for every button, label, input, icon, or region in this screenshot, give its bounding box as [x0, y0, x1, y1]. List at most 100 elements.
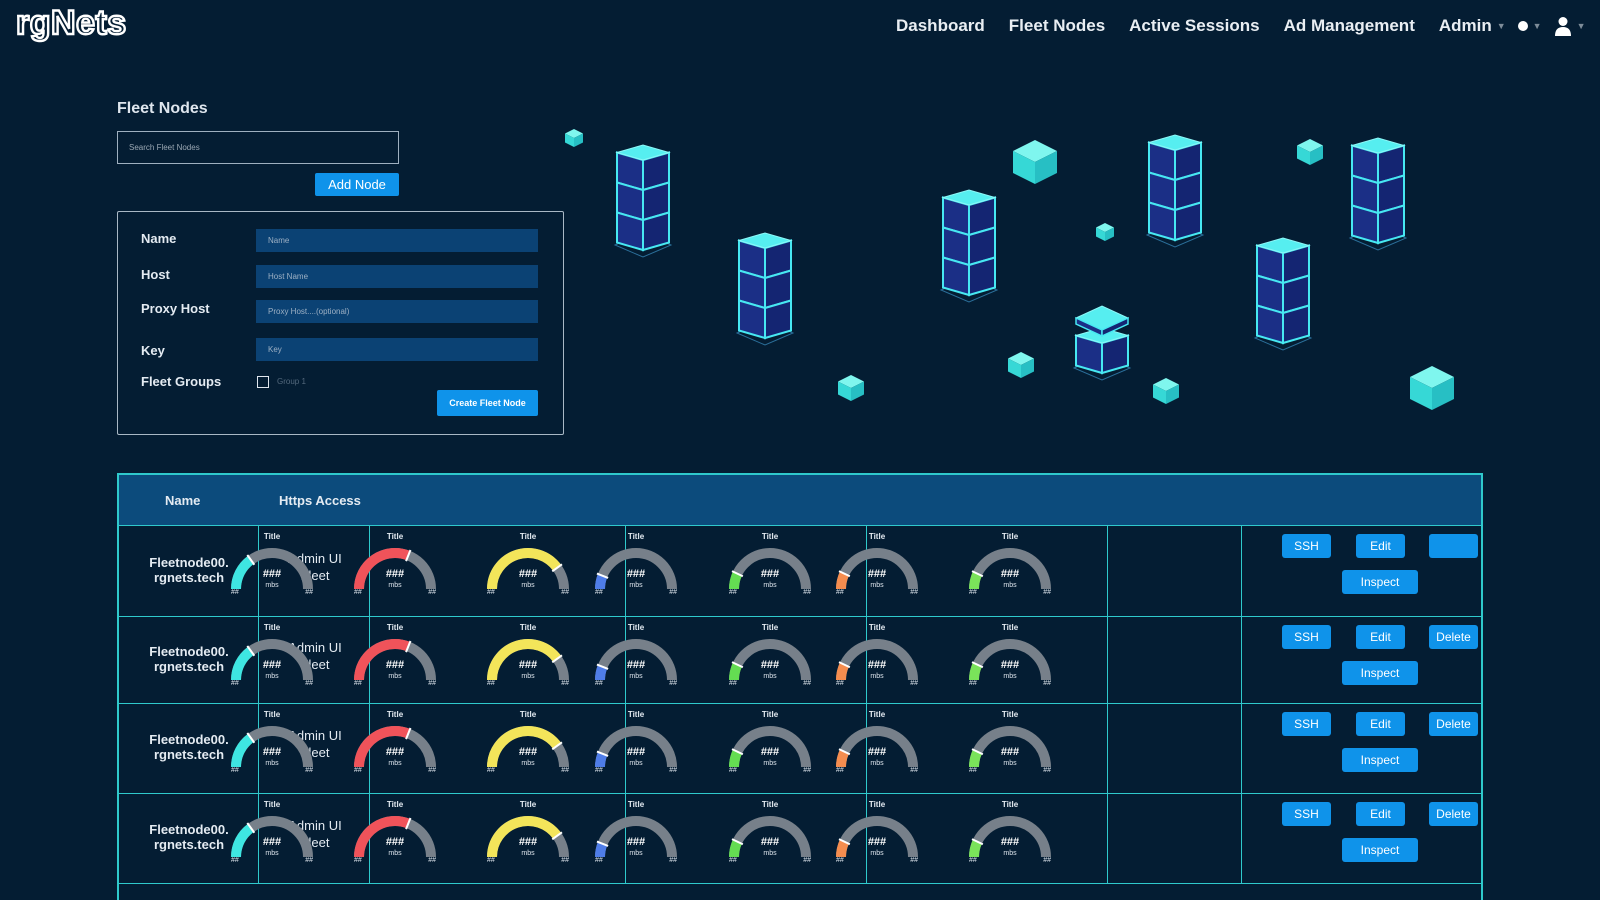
- create-fleet-node-button[interactable]: Create Fleet Node: [437, 390, 538, 416]
- gauge-min: ##: [729, 767, 737, 774]
- server-tower-icon: [1072, 305, 1132, 381]
- gauge-value: ###: [626, 568, 646, 580]
- gauge-title: Title: [868, 800, 886, 809]
- ssh-button[interactable]: SSH: [1282, 534, 1331, 558]
- delete-button[interactable]: Delete: [1429, 625, 1478, 649]
- gauge-min: ##: [729, 857, 737, 864]
- gauge-unit: mbs: [1003, 582, 1017, 589]
- gauge-max: ##: [803, 857, 811, 864]
- gauge-max: ##: [803, 680, 811, 687]
- gauge-unit: mbs: [521, 673, 535, 680]
- cell-divider: [1107, 794, 1108, 883]
- gauge-value: ###: [262, 746, 282, 758]
- gauge-max: ##: [910, 767, 918, 774]
- gauge-min: ##: [836, 589, 844, 596]
- name-field[interactable]: [256, 229, 538, 252]
- speed-gauge: Title ### mbs ## ##: [832, 710, 922, 780]
- gauge-unit: mbs: [388, 582, 402, 589]
- gauge-max: ##: [305, 589, 313, 596]
- cell-divider: [1107, 704, 1108, 793]
- speed-gauge: Title ### mbs ## ##: [725, 800, 815, 870]
- server-tower-icon: [1348, 137, 1408, 251]
- gauge-max: ##: [669, 767, 677, 774]
- host-label: Host: [141, 267, 170, 282]
- gauge-value: ###: [262, 836, 282, 848]
- speed-gauge: Title ### mbs ## ##: [591, 710, 681, 780]
- gauge-value: ###: [760, 836, 780, 848]
- edit-button[interactable]: Edit: [1356, 625, 1405, 649]
- ssh-button[interactable]: SSH: [1282, 625, 1331, 649]
- gauge-value: ###: [760, 659, 780, 671]
- delete-button[interactable]: Delete: [1429, 802, 1478, 826]
- gauge-unit: mbs: [763, 850, 777, 857]
- gauge-max: ##: [561, 589, 569, 596]
- gauge-value: ###: [518, 568, 538, 580]
- gauge-title: Title: [868, 532, 886, 541]
- gauge-max: ##: [428, 857, 436, 864]
- speed-gauge: Title ### mbs ## ##: [725, 623, 815, 693]
- gauge-title: Title: [386, 532, 404, 541]
- nav-admin-menu[interactable]: Admin ▼: [1439, 16, 1506, 36]
- key-label: Key: [141, 343, 165, 358]
- search-input[interactable]: [117, 131, 399, 164]
- user-icon[interactable]: [1554, 16, 1572, 36]
- gauge-max: ##: [428, 767, 436, 774]
- group-option-label: Group 1: [277, 377, 306, 386]
- gauge-unit: mbs: [1003, 673, 1017, 680]
- inspect-button[interactable]: Inspect: [1342, 838, 1418, 862]
- edit-button[interactable]: Edit: [1356, 712, 1405, 736]
- cell-divider: [1241, 526, 1242, 616]
- gauge-title: Title: [761, 623, 779, 632]
- key-field[interactable]: [256, 338, 538, 361]
- proxy-host-field[interactable]: [256, 300, 538, 323]
- gauge-min: ##: [231, 680, 239, 687]
- gauge-min: ##: [354, 767, 362, 774]
- speed-gauge: Title ### mbs ## ##: [350, 710, 440, 780]
- inspect-button[interactable]: Inspect: [1342, 661, 1418, 685]
- nav-ad-management[interactable]: Ad Management: [1284, 16, 1415, 36]
- inspect-button[interactable]: Inspect: [1342, 748, 1418, 772]
- delete-button[interactable]: Delete: [1429, 712, 1478, 736]
- gauge-title: Title: [627, 710, 645, 719]
- gauge-title: Title: [1001, 623, 1019, 632]
- chevron-down-icon[interactable]: ▼: [1577, 21, 1586, 31]
- nav-active-sessions[interactable]: Active Sessions: [1129, 16, 1259, 36]
- gauge-value: ###: [867, 836, 887, 848]
- gauge-min: ##: [595, 767, 603, 774]
- host-field[interactable]: [256, 265, 538, 288]
- gauge-value: ###: [626, 836, 646, 848]
- delete-button[interactable]: [1429, 534, 1478, 558]
- edit-button[interactable]: Edit: [1356, 534, 1405, 558]
- add-node-button[interactable]: Add Node: [315, 173, 399, 196]
- gauge-max: ##: [669, 589, 677, 596]
- gauge-title: Title: [761, 800, 779, 809]
- gauge-min: ##: [354, 589, 362, 596]
- edit-button[interactable]: Edit: [1356, 802, 1405, 826]
- ssh-button[interactable]: SSH: [1282, 712, 1331, 736]
- speed-gauge: Title ### mbs ## ##: [725, 532, 815, 602]
- gauge-value: ###: [385, 568, 405, 580]
- gauge-min: ##: [595, 680, 603, 687]
- nav-fleet-nodes[interactable]: Fleet Nodes: [1009, 16, 1105, 36]
- gauge-min: ##: [595, 589, 603, 596]
- ssh-button[interactable]: SSH: [1282, 802, 1331, 826]
- nav-admin[interactable]: Admin: [1439, 16, 1492, 36]
- gauge-unit: mbs: [870, 582, 884, 589]
- group-checkbox[interactable]: [257, 376, 269, 388]
- gauge-title: Title: [386, 800, 404, 809]
- gauge-value: ###: [1000, 836, 1020, 848]
- gauge-min: ##: [729, 589, 737, 596]
- rgnets-logo[interactable]: rgNets: [16, 6, 198, 44]
- nav-dashboard[interactable]: Dashboard: [896, 16, 985, 36]
- speed-gauge: Title ### mbs ## ##: [965, 532, 1055, 602]
- column-header-https-access: Https Access: [279, 493, 361, 508]
- gauge-value: ###: [1000, 568, 1020, 580]
- chevron-down-icon[interactable]: ▼: [1533, 21, 1542, 31]
- speed-gauge: Title ### mbs ## ##: [832, 800, 922, 870]
- gauge-max: ##: [428, 680, 436, 687]
- status-dot-icon[interactable]: [1517, 21, 1528, 31]
- gauge-value: ###: [385, 746, 405, 758]
- inspect-button[interactable]: Inspect: [1342, 570, 1418, 594]
- speed-gauge: Title ### mbs ## ##: [483, 532, 573, 602]
- cube-icon: [1153, 378, 1179, 404]
